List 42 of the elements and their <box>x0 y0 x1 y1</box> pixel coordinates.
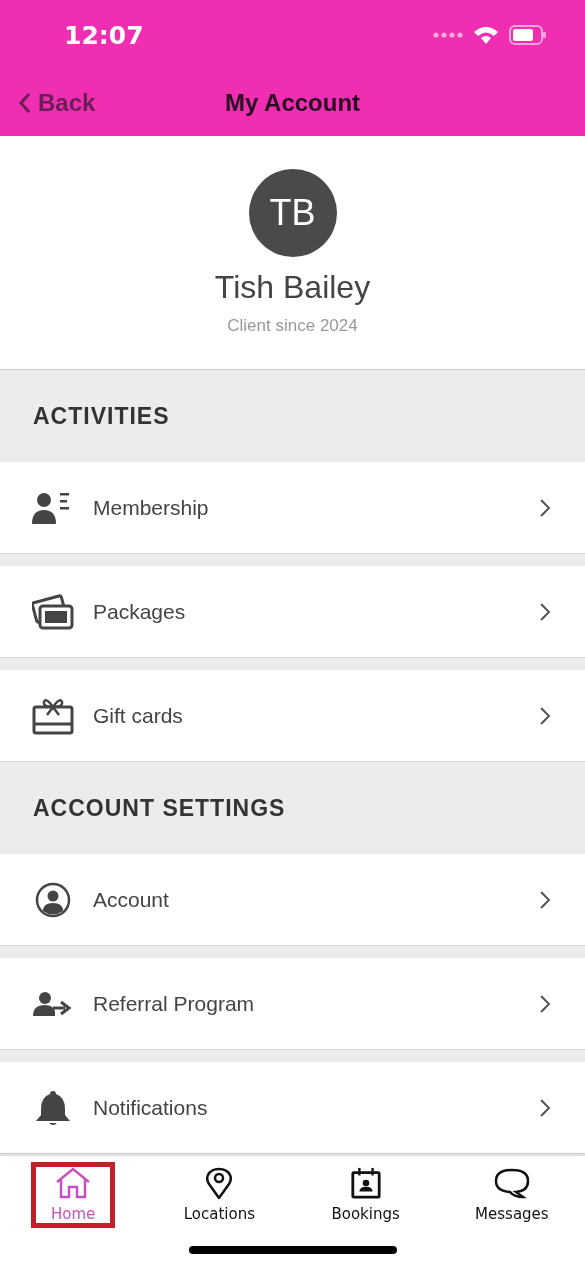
menu-item[interactable]: Referral Program <box>0 958 585 1050</box>
client-since: Client since 2024 <box>227 316 358 336</box>
chevron-icon <box>539 497 551 518</box>
person-arrow-icon <box>33 990 73 1017</box>
menu-item[interactable]: Account <box>0 854 585 946</box>
avatar: TB <box>248 169 337 257</box>
speech-bubble-icon <box>493 1167 530 1199</box>
menu-item[interactable]: Packages <box>0 566 585 658</box>
cards-icon <box>32 593 74 630</box>
page-title: My Account <box>224 89 361 117</box>
signal-icon <box>433 32 463 38</box>
chevron-icon <box>539 1097 551 1118</box>
profile-name: Tish Bailey <box>214 269 371 306</box>
menu-item-label: Packages <box>93 599 187 624</box>
chevron-icon <box>539 993 551 1014</box>
section-header: ACTIVITIES <box>33 402 170 430</box>
wifi-icon <box>473 25 499 45</box>
chevron-icon <box>539 601 551 622</box>
menu-item[interactable]: Notifications <box>0 1062 585 1154</box>
tab[interactable]: Home <box>31 1162 116 1228</box>
section-header: ACCOUNT SETTINGS <box>33 794 286 822</box>
tab[interactable]: Locations <box>177 1162 262 1228</box>
menu-item-label: Referral Program <box>93 991 256 1016</box>
status-time: 12:07 <box>64 20 144 50</box>
tab[interactable]: Messages <box>469 1162 554 1228</box>
tab[interactable]: Bookings <box>323 1162 408 1228</box>
home-icon <box>55 1167 92 1199</box>
menu-item-label: Account <box>93 887 170 912</box>
bell-icon <box>35 1088 71 1127</box>
calendar-person-icon <box>349 1167 382 1199</box>
chevron-icon <box>18 92 32 114</box>
gift-card-icon <box>32 696 74 735</box>
menu-item[interactable]: Gift cards <box>0 670 585 762</box>
profile-icon <box>35 881 71 918</box>
battery-icon <box>509 25 547 45</box>
menu-item-label: Gift cards <box>93 703 184 728</box>
chevron-icon <box>539 889 551 910</box>
menu-item-label: Membership <box>93 495 210 520</box>
menu-item[interactable]: Membership <box>0 462 585 554</box>
chevron-icon <box>539 705 551 726</box>
location-pin-icon <box>206 1167 233 1199</box>
menu-item-label: Notifications <box>93 1095 209 1120</box>
